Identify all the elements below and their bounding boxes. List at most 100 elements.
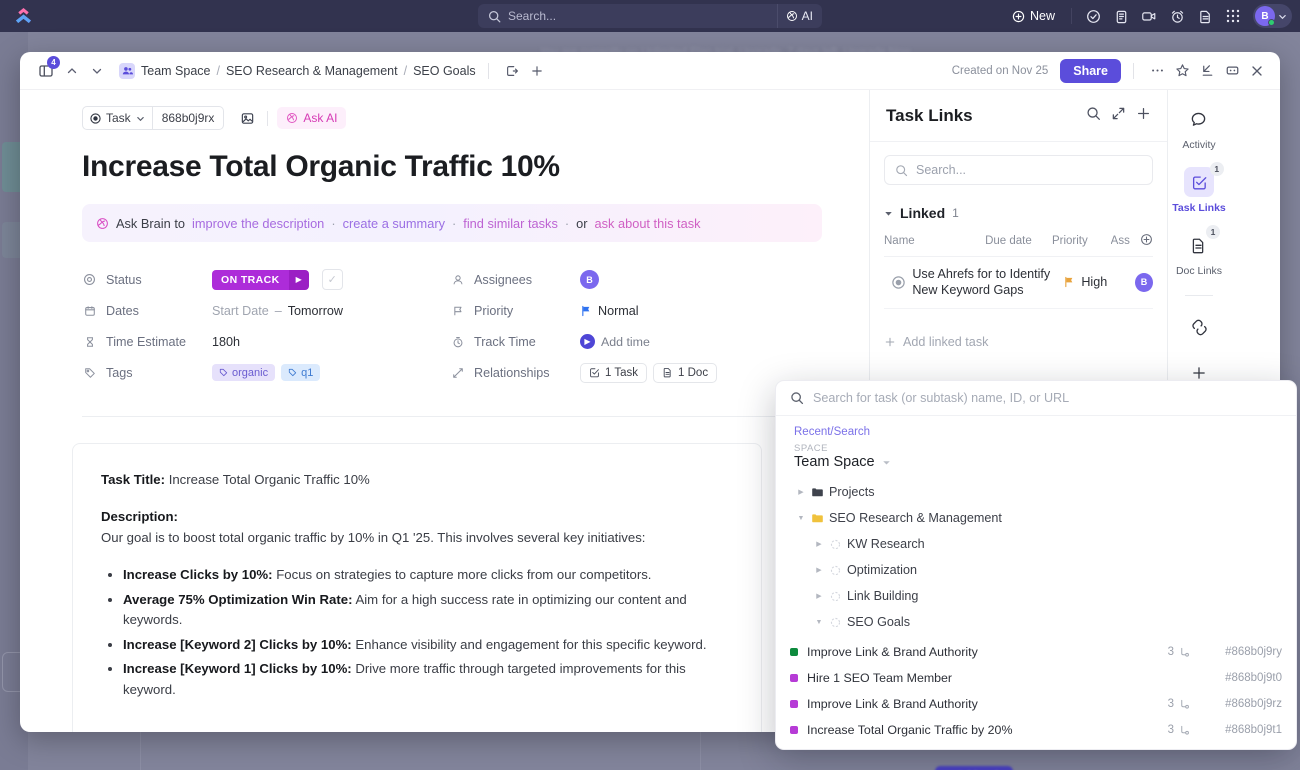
tree-node-kw-research[interactable]: ▶ KW Research <box>776 531 1296 557</box>
task-links-search-input[interactable]: Search... <box>884 155 1153 185</box>
brain-link-find-similar-tasks[interactable]: find similar tasks <box>463 216 558 231</box>
add-time-button[interactable]: ▶ Add time <box>580 334 650 349</box>
priority-flag-icon <box>1063 276 1075 288</box>
tag-q1[interactable]: q1 <box>281 364 320 381</box>
time-estimate-value[interactable]: 180h <box>212 335 240 349</box>
share-button[interactable]: Share <box>1060 59 1121 83</box>
expand-icon[interactable] <box>1111 106 1126 126</box>
ai-button[interactable]: AI <box>777 4 822 28</box>
popover-space-name[interactable]: Team Space <box>776 454 1296 470</box>
list-item[interactable]: Increase Total Organic Traffic by 20% 3 … <box>776 717 1296 743</box>
list-item[interactable]: Improve Link & Brand Authority 3 #868b0j… <box>776 639 1296 665</box>
search-icon[interactable] <box>1086 106 1101 126</box>
check-circle-icon[interactable] <box>1080 3 1106 29</box>
status-badge[interactable]: ON TRACK ▶ <box>212 270 309 290</box>
task-id[interactable]: 868b0j9rx <box>153 106 225 130</box>
chevron-right-icon[interactable]: ▶ <box>812 592 826 600</box>
list-item[interactable]: Hire 1 SEO Team Member #868b0j9t0 <box>776 665 1296 691</box>
folder-icon <box>808 486 826 499</box>
task-status-radio[interactable] <box>884 275 912 290</box>
alarm-icon[interactable] <box>1164 3 1190 29</box>
breadcrumb-item-seo-goals[interactable]: SEO Goals <box>413 64 476 78</box>
description-card[interactable]: Task Title: Increase Total Organic Traff… <box>72 443 762 732</box>
tag-q1-label: q1 <box>301 367 313 379</box>
task-type-icon <box>90 113 101 124</box>
tree-node-link-building[interactable]: ▶ Link Building <box>776 583 1296 609</box>
tree-node-label: Link Building <box>847 589 918 603</box>
chevron-right-icon[interactable]: ▶ <box>794 488 808 496</box>
caret-down-icon[interactable]: ▼ <box>812 619 826 626</box>
doc-icon[interactable] <box>1192 3 1218 29</box>
background-add-task-button[interactable]: + Add task <box>935 766 1013 770</box>
video-icon[interactable] <box>1136 3 1162 29</box>
cover-image-icon[interactable] <box>236 107 258 129</box>
field-time-estimate-label: Time Estimate <box>106 335 186 349</box>
track-time-value-wrap[interactable]: ▶ Add time <box>580 334 650 349</box>
rail-item-doc-links[interactable]: 1 Doc Links <box>1176 230 1222 277</box>
tree-node-projects[interactable]: ▶ Projects <box>776 479 1296 505</box>
assignee-value-wrap[interactable]: B <box>580 270 599 289</box>
chevron-up-icon[interactable] <box>61 60 83 82</box>
split-view-icon[interactable] <box>1221 60 1243 82</box>
activity-icon <box>1184 104 1214 134</box>
star-icon[interactable] <box>1171 60 1193 82</box>
status-next-icon[interactable]: ▶ <box>289 270 309 290</box>
add-task-link-icon[interactable] <box>1136 106 1151 126</box>
sidebar-toggle-icon[interactable]: 4 <box>34 59 58 83</box>
brain-link-create-summary[interactable]: create a summary <box>343 216 445 231</box>
ask-ai-button[interactable]: Ask AI <box>277 107 346 129</box>
caret-down-icon[interactable]: ▼ <box>794 515 808 522</box>
ai-label: AI <box>802 9 813 23</box>
table-row[interactable]: Use Ahrefs for to Identify New Keyword G… <box>884 257 1153 309</box>
plus-icon[interactable] <box>526 60 548 82</box>
clickup-logo-icon[interactable] <box>0 7 46 26</box>
clipboard-icon[interactable] <box>1108 3 1134 29</box>
rail-item-activity[interactable]: Activity <box>1182 104 1215 151</box>
rail-item-link[interactable] <box>1184 312 1214 342</box>
tree-node-seo-goals[interactable]: ▼ SEO Goals <box>776 609 1296 635</box>
linked-group-header[interactable]: Linked 1 <box>884 205 1167 221</box>
brain-link-ask-about-task[interactable]: ask about this task <box>595 216 701 231</box>
sidebar-badge: 4 <box>47 56 60 69</box>
global-search[interactable]: Search... AI <box>478 4 822 28</box>
play-icon: ▶ <box>580 334 595 349</box>
chevron-right-icon[interactable]: ▶ <box>812 566 826 574</box>
tree-node-label: SEO Research & Management <box>829 511 1002 525</box>
mark-complete-checkbox[interactable]: ✓ <box>322 269 343 290</box>
list-item[interactable]: Improve Link & Brand Authority 3 #868b0j… <box>776 691 1296 717</box>
task-links-badge: 1 <box>1210 162 1224 176</box>
new-button[interactable]: New <box>1004 6 1063 26</box>
breadcrumb-item-team-space[interactable]: Team Space <box>141 64 210 78</box>
close-icon[interactable] <box>1246 60 1268 82</box>
add-linked-task-button[interactable]: Add linked task <box>884 335 1167 349</box>
task-status-square <box>790 648 798 656</box>
rail-item-task-links[interactable]: 1 Task Links <box>1172 167 1226 214</box>
field-status-label: Status <box>106 273 142 287</box>
add-column-icon[interactable] <box>1140 233 1153 249</box>
field-dates-value-wrap[interactable]: Start Date – Tomorrow <box>212 304 343 318</box>
tag-organic[interactable]: organic <box>212 364 275 381</box>
popover-recent-tab[interactable]: Recent/Search <box>776 426 1296 438</box>
open-in-icon[interactable] <box>501 60 523 82</box>
chevron-right-icon[interactable]: ▶ <box>812 540 826 548</box>
relationship-chip-doc[interactable]: 1 Doc <box>653 363 717 383</box>
task-type-selector[interactable]: Task <box>82 106 153 130</box>
popover-search-input[interactable]: Search for task (or subtask) name, ID, o… <box>776 381 1296 416</box>
field-track-time-label: Track Time <box>474 335 536 349</box>
subtask-count-wrap: 3 <box>1168 724 1190 736</box>
chevron-down-icon[interactable] <box>86 60 108 82</box>
tree-node-optimization[interactable]: ▶ Optimization <box>776 557 1296 583</box>
task-links-header: Task Links <box>870 90 1167 142</box>
apps-grid-icon[interactable] <box>1220 3 1246 29</box>
priority-value: Normal <box>598 304 639 318</box>
priority-value-wrap[interactable]: Normal <box>580 304 639 318</box>
task-search-popover: Search for task (or subtask) name, ID, o… <box>775 380 1297 750</box>
user-avatar-menu[interactable]: B <box>1253 4 1292 28</box>
breadcrumb-item-seo-research[interactable]: SEO Research & Management <box>226 64 398 78</box>
more-icon[interactable] <box>1146 60 1168 82</box>
brain-link-improve-description[interactable]: improve the description <box>192 216 324 231</box>
ask-ai-label: Ask AI <box>303 111 337 125</box>
tree-node-seo-research[interactable]: ▼ SEO Research & Management <box>776 505 1296 531</box>
collapse-icon[interactable] <box>1196 60 1218 82</box>
relationship-chip-task[interactable]: 1 Task <box>580 363 647 383</box>
